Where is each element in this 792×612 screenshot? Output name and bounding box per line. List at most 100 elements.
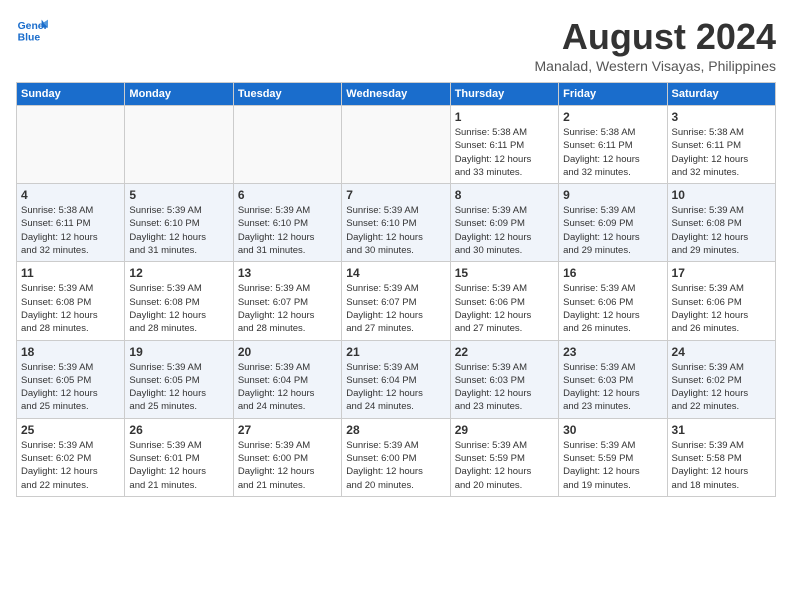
day-cell: 15 Sunrise: 5:39 AMSunset: 6:06 PMDayligh…	[450, 262, 558, 340]
day-cell: 3 Sunrise: 5:38 AMSunset: 6:11 PMDaylight…	[667, 106, 775, 184]
logo: General Blue	[16, 16, 48, 44]
day-number: 29	[455, 423, 554, 437]
day-cell	[125, 106, 233, 184]
day-cell: 20 Sunrise: 5:39 AMSunset: 6:04 PMDayligh…	[233, 340, 341, 418]
day-info: Sunrise: 5:39 AMSunset: 6:05 PMDaylight:…	[21, 361, 120, 414]
day-info: Sunrise: 5:39 AMSunset: 6:00 PMDaylight:…	[238, 439, 337, 492]
day-info: Sunrise: 5:38 AMSunset: 6:11 PMDaylight:…	[672, 126, 771, 179]
day-cell: 17Sunrise: 5:39 AMSunset: 6:06 PMDayligh…	[667, 262, 775, 340]
day-cell: 24 Sunrise: 5:39 AMSunset: 6:02 PMDayligh…	[667, 340, 775, 418]
day-number: 20	[238, 345, 337, 359]
day-cell: 28 Sunrise: 5:39 AMSunset: 6:00 PMDayligh…	[342, 418, 450, 496]
day-cell: 13Sunrise: 5:39 AMSunset: 6:07 PMDayligh…	[233, 262, 341, 340]
day-number: 6	[238, 188, 337, 202]
day-number: 21	[346, 345, 445, 359]
day-cell: 21 Sunrise: 5:39 AMSunset: 6:04 PMDayligh…	[342, 340, 450, 418]
weekday-monday: Monday	[125, 83, 233, 106]
svg-text:Blue: Blue	[18, 32, 41, 43]
day-number: 31	[672, 423, 771, 437]
day-cell: 2 Sunrise: 5:38 AMSunset: 6:11 PMDaylight…	[559, 106, 667, 184]
week-row-3: 11 Sunrise: 5:39 AMSunset: 6:08 PMDayligh…	[17, 262, 776, 340]
day-cell: 8 Sunrise: 5:39 AMSunset: 6:09 PMDaylight…	[450, 184, 558, 262]
day-info: Sunrise: 5:39 AMSunset: 6:10 PMDaylight:…	[129, 204, 228, 257]
day-info: Sunrise: 5:39 AMSunset: 6:06 PMDaylight:…	[563, 282, 662, 335]
day-info: Sunrise: 5:39 AMSunset: 6:06 PMDaylight:…	[455, 282, 554, 335]
day-cell: 7Sunrise: 5:39 AMSunset: 6:10 PMDaylight…	[342, 184, 450, 262]
day-cell: 30Sunrise: 5:39 AMSunset: 5:59 PMDayligh…	[559, 418, 667, 496]
weekday-tuesday: Tuesday	[233, 83, 341, 106]
day-cell: 29 Sunrise: 5:39 AMSunset: 5:59 PMDayligh…	[450, 418, 558, 496]
weekday-thursday: Thursday	[450, 83, 558, 106]
day-info: Sunrise: 5:39 AMSunset: 6:03 PMDaylight:…	[455, 361, 554, 414]
day-cell: 16 Sunrise: 5:39 AMSunset: 6:06 PMDayligh…	[559, 262, 667, 340]
day-number: 8	[455, 188, 554, 202]
day-info: Sunrise: 5:39 AMSunset: 6:09 PMDaylight:…	[455, 204, 554, 257]
weekday-saturday: Saturday	[667, 83, 775, 106]
day-cell: 19Sunrise: 5:39 AMSunset: 6:05 PMDayligh…	[125, 340, 233, 418]
day-cell: 26Sunrise: 5:39 AMSunset: 6:01 PMDayligh…	[125, 418, 233, 496]
day-cell: 4Sunrise: 5:38 AMSunset: 6:11 PMDaylight…	[17, 184, 125, 262]
day-cell: 10 Sunrise: 5:39 AMSunset: 6:08 PMDayligh…	[667, 184, 775, 262]
day-info: Sunrise: 5:39 AMSunset: 6:00 PMDaylight:…	[346, 439, 445, 492]
day-info: Sunrise: 5:39 AMSunset: 6:02 PMDaylight:…	[672, 361, 771, 414]
weekday-wednesday: Wednesday	[342, 83, 450, 106]
day-info: Sunrise: 5:39 AMSunset: 6:04 PMDaylight:…	[238, 361, 337, 414]
day-number: 18	[21, 345, 120, 359]
day-number: 27	[238, 423, 337, 437]
day-number: 24	[672, 345, 771, 359]
day-cell	[17, 106, 125, 184]
day-number: 1	[455, 110, 554, 124]
day-cell: 6 Sunrise: 5:39 AMSunset: 6:10 PMDaylight…	[233, 184, 341, 262]
day-number: 14	[346, 266, 445, 280]
day-info: Sunrise: 5:39 AMSunset: 6:08 PMDaylight:…	[129, 282, 228, 335]
week-row-2: 4Sunrise: 5:38 AMSunset: 6:11 PMDaylight…	[17, 184, 776, 262]
logo-icon: General Blue	[16, 16, 48, 44]
calendar-subtitle: Manalad, Western Visayas, Philippines	[535, 58, 777, 74]
day-number: 12	[129, 266, 228, 280]
day-number: 22	[455, 345, 554, 359]
week-row-4: 18 Sunrise: 5:39 AMSunset: 6:05 PMDayligh…	[17, 340, 776, 418]
day-cell: 1 Sunrise: 5:38 AMSunset: 6:11 PMDaylight…	[450, 106, 558, 184]
day-info: Sunrise: 5:39 AMSunset: 6:08 PMDaylight:…	[21, 282, 120, 335]
day-info: Sunrise: 5:39 AMSunset: 6:04 PMDaylight:…	[346, 361, 445, 414]
day-cell: 5 Sunrise: 5:39 AMSunset: 6:10 PMDaylight…	[125, 184, 233, 262]
day-info: Sunrise: 5:39 AMSunset: 5:59 PMDaylight:…	[455, 439, 554, 492]
day-number: 5	[129, 188, 228, 202]
day-info: Sunrise: 5:39 AMSunset: 6:07 PMDaylight:…	[346, 282, 445, 335]
day-info: Sunrise: 5:39 AMSunset: 6:10 PMDaylight:…	[346, 204, 445, 257]
calendar-body: 1 Sunrise: 5:38 AMSunset: 6:11 PMDaylight…	[17, 106, 776, 497]
day-info: Sunrise: 5:38 AMSunset: 6:11 PMDaylight:…	[21, 204, 120, 257]
title-section: August 2024 Manalad, Western Visayas, Ph…	[535, 16, 777, 74]
day-cell	[233, 106, 341, 184]
day-info: Sunrise: 5:39 AMSunset: 6:10 PMDaylight:…	[238, 204, 337, 257]
day-cell: 14 Sunrise: 5:39 AMSunset: 6:07 PMDayligh…	[342, 262, 450, 340]
day-info: Sunrise: 5:39 AMSunset: 6:08 PMDaylight:…	[672, 204, 771, 257]
day-number: 23	[563, 345, 662, 359]
day-cell: 18 Sunrise: 5:39 AMSunset: 6:05 PMDayligh…	[17, 340, 125, 418]
day-number: 2	[563, 110, 662, 124]
day-number: 9	[563, 188, 662, 202]
day-number: 28	[346, 423, 445, 437]
weekday-sunday: Sunday	[17, 83, 125, 106]
day-info: Sunrise: 5:39 AMSunset: 5:59 PMDaylight:…	[563, 439, 662, 492]
day-number: 13	[238, 266, 337, 280]
day-info: Sunrise: 5:39 AMSunset: 6:01 PMDaylight:…	[129, 439, 228, 492]
day-info: Sunrise: 5:39 AMSunset: 5:58 PMDaylight:…	[672, 439, 771, 492]
day-info: Sunrise: 5:39 AMSunset: 6:09 PMDaylight:…	[563, 204, 662, 257]
calendar-title: August 2024	[535, 16, 777, 58]
day-cell: 31 Sunrise: 5:39 AMSunset: 5:58 PMDayligh…	[667, 418, 775, 496]
day-info: Sunrise: 5:38 AMSunset: 6:11 PMDaylight:…	[455, 126, 554, 179]
day-number: 10	[672, 188, 771, 202]
day-number: 3	[672, 110, 771, 124]
page-header: General Blue August 2024 Manalad, Wester…	[16, 16, 776, 74]
day-cell: 12 Sunrise: 5:39 AMSunset: 6:08 PMDayligh…	[125, 262, 233, 340]
day-cell: 11 Sunrise: 5:39 AMSunset: 6:08 PMDayligh…	[17, 262, 125, 340]
day-info: Sunrise: 5:38 AMSunset: 6:11 PMDaylight:…	[563, 126, 662, 179]
day-info: Sunrise: 5:39 AMSunset: 6:02 PMDaylight:…	[21, 439, 120, 492]
day-number: 19	[129, 345, 228, 359]
day-number: 16	[563, 266, 662, 280]
day-number: 17	[672, 266, 771, 280]
day-number: 11	[21, 266, 120, 280]
day-number: 15	[455, 266, 554, 280]
week-row-1: 1 Sunrise: 5:38 AMSunset: 6:11 PMDaylight…	[17, 106, 776, 184]
